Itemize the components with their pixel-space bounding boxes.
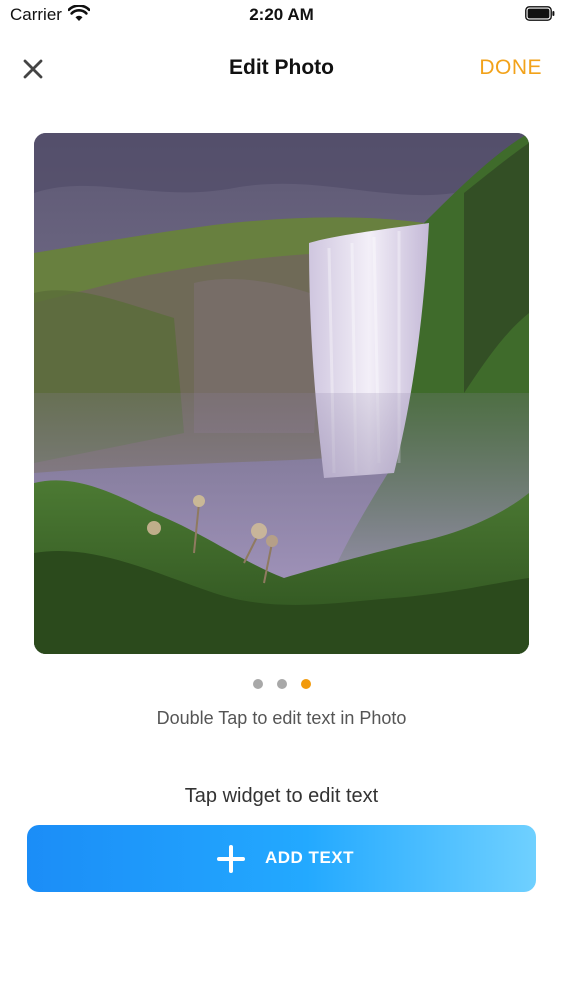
page-indicator <box>0 679 563 689</box>
page-dot[interactable] <box>276 679 287 689</box>
add-text-button[interactable]: ADD TEXT <box>27 825 536 892</box>
status-time: 2:20 AM <box>249 5 314 24</box>
done-button[interactable]: DONE <box>479 56 542 80</box>
status-bar: Carrier 2:20 AM <box>0 0 563 30</box>
page-dot[interactable] <box>252 679 263 689</box>
battery-icon <box>525 6 555 21</box>
page-dot-active[interactable] <box>300 679 311 689</box>
add-text-label: ADD TEXT <box>265 848 354 867</box>
photo-edit-hint: Double Tap to edit text in Photo <box>156 708 407 728</box>
plus-icon <box>217 845 245 873</box>
waterfall-photo[interactable] <box>34 133 529 654</box>
widget-edit-hint: Tap widget to edit text <box>184 785 379 807</box>
nav-bar: Edit Photo DONE <box>0 40 563 96</box>
